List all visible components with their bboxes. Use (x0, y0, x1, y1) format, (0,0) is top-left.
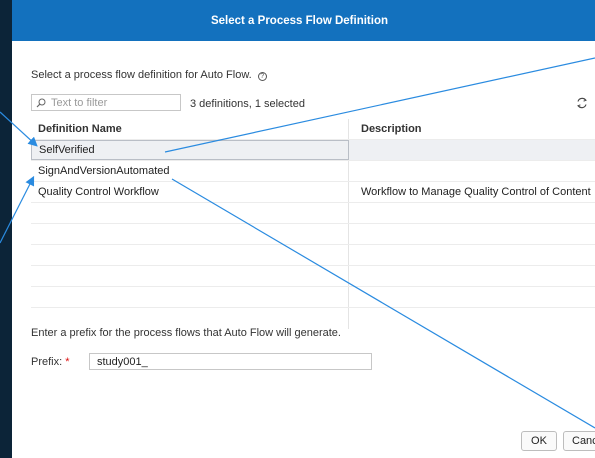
empty-row (31, 266, 595, 287)
definition-count: 3 definitions, 1 selected (190, 98, 305, 110)
table-header: Definition Name Description (31, 119, 595, 140)
prefix-input[interactable] (89, 353, 372, 370)
row-name: SelfVerified (31, 140, 349, 160)
dialog: Select a Process Flow Definition Select … (12, 0, 595, 458)
dialog-title: Select a Process Flow Definition (12, 0, 595, 41)
filter-input[interactable] (51, 96, 171, 109)
empty-row (31, 287, 595, 308)
info-icon[interactable]: ? (257, 72, 267, 81)
empty-row (31, 308, 595, 329)
search-icon (36, 98, 46, 107)
empty-row (31, 203, 595, 224)
dialog-prompt: Select a process flow definition for Aut… (31, 68, 267, 81)
row-name: Quality Control Workflow (31, 182, 349, 202)
definitions-table: Definition Name Description SelfVerified… (31, 119, 595, 329)
row-name: SignAndVersionAutomated (31, 161, 349, 181)
row-description (349, 140, 595, 160)
prefix-row: Prefix: * (31, 353, 372, 370)
column-header-description[interactable]: Description (349, 119, 595, 139)
column-header-name[interactable]: Definition Name (31, 119, 349, 139)
table-row[interactable]: Quality Control Workflow Workflow to Man… (31, 182, 595, 203)
empty-row (31, 224, 595, 245)
empty-row (31, 245, 595, 266)
table-row[interactable]: SignAndVersionAutomated (31, 161, 595, 182)
row-description (349, 161, 595, 181)
required-marker: * (65, 355, 70, 368)
refresh-icon[interactable] (575, 96, 589, 110)
prefix-label: Prefix: * (31, 355, 70, 368)
filter-box[interactable] (31, 94, 181, 111)
prefix-instruction: Enter a prefix for the process flows tha… (31, 327, 341, 339)
cancel-button[interactable]: Cancel (563, 431, 595, 451)
ok-button[interactable]: OK (521, 431, 557, 451)
row-description: Workflow to Manage Quality Control of Co… (361, 186, 591, 198)
table-row[interactable]: SelfVerified (31, 140, 595, 161)
prompt-text: Select a process flow definition for Aut… (31, 68, 252, 81)
